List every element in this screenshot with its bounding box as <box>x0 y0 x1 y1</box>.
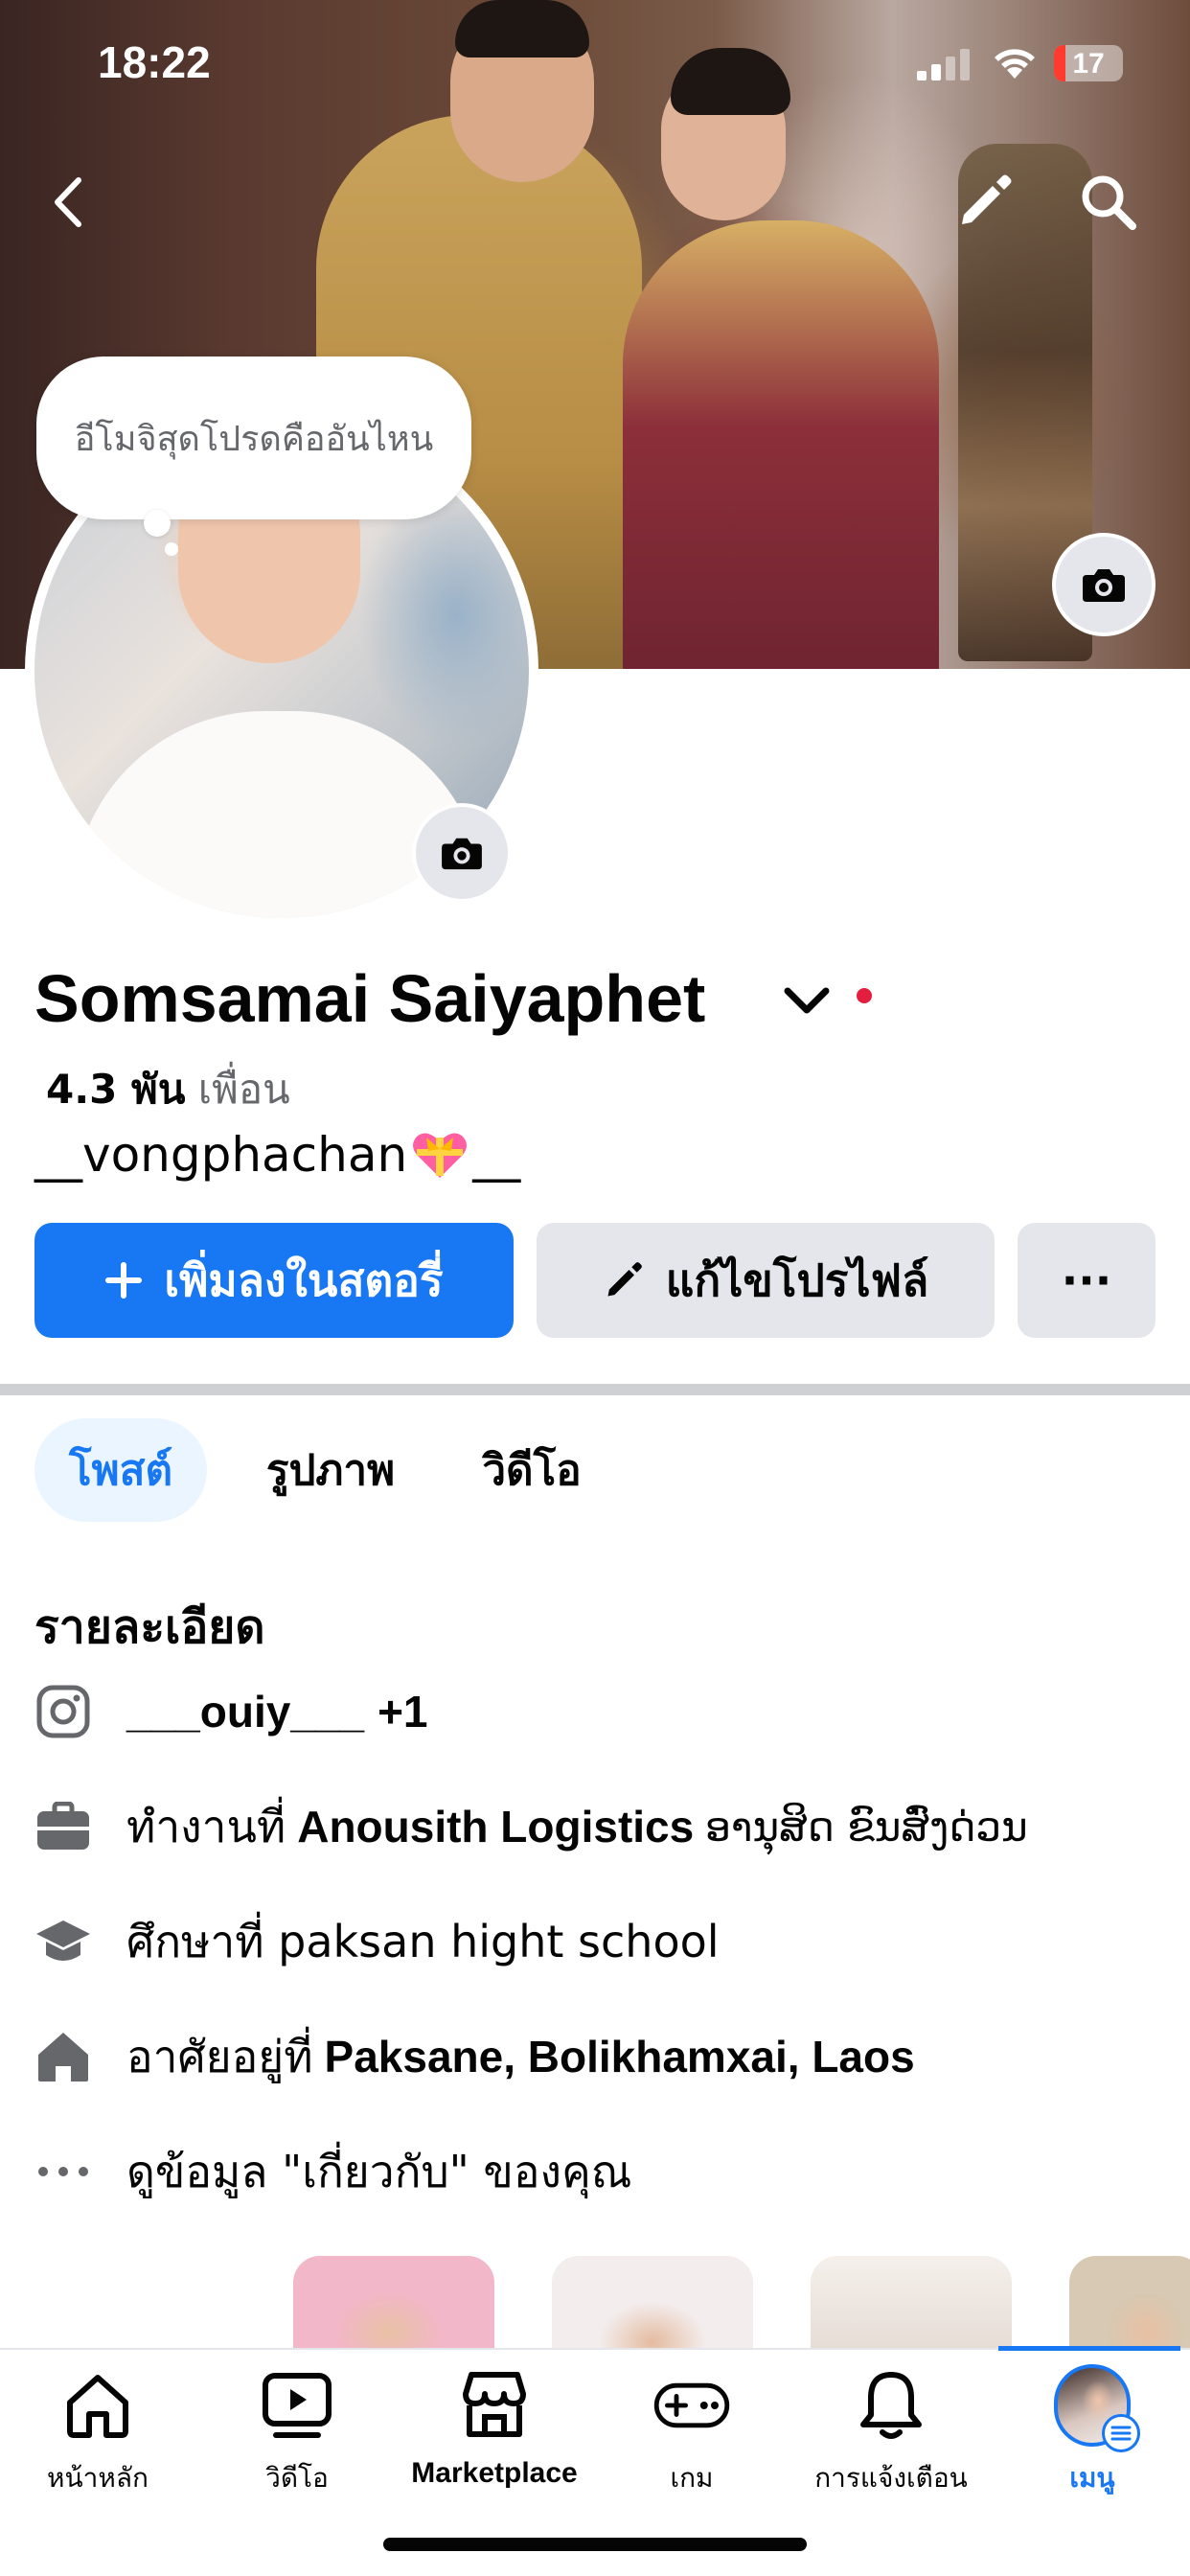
work-prefix: ทำงานที่ <box>126 1800 286 1852</box>
cover-hair-bride <box>671 48 790 115</box>
menu-avatar-icon <box>1054 2364 1140 2452</box>
camera-icon <box>442 838 482 870</box>
detail-instagram[interactable]: ___ouiy___ +1 <box>34 1673 428 1750</box>
instagram-icon <box>34 1683 92 1740</box>
nav-games-label: เกม <box>670 2462 714 2494</box>
detail-current-city: อาศัยอยู่ที่ Paksane, Bolikhamxai, Laos <box>34 2018 915 2095</box>
pencil-icon <box>603 1259 645 1301</box>
nav-home-label: หน้าหลัก <box>47 2462 149 2494</box>
detail-education: ศึกษาที่ paksan hight school <box>34 1903 720 1980</box>
nav-video[interactable]: วิดีโอ <box>201 2367 393 2499</box>
nav-menu-label: เมนู <box>1069 2462 1115 2494</box>
profile-note-bubble[interactable]: อีโมจิสุดโปรดคืออันไหน <box>36 356 471 519</box>
battery-percent: 17 <box>1072 48 1105 80</box>
gamepad-icon <box>653 2367 730 2444</box>
plus-icon <box>104 1261 143 1300</box>
work-company: Anousith Logistics <box>297 1802 695 1852</box>
marketplace-icon <box>456 2367 533 2444</box>
section-divider <box>0 1384 1190 1395</box>
chevron-down-icon[interactable] <box>780 981 834 1020</box>
profile-note-text: อีโมจิสุดโปรดคืออันไหน <box>74 419 434 459</box>
more-options-button[interactable]: ··· <box>1018 1223 1156 1338</box>
detail-work: ทำงานที่ Anousith Logistics ອານຸສິດ ຂົນສ… <box>34 1788 1028 1865</box>
cellular-signal-icon <box>917 49 970 80</box>
profile-bio: __vongphachan __ <box>34 1127 520 1183</box>
nav-marketplace[interactable]: Marketplace <box>399 2367 590 2490</box>
home-indicator[interactable] <box>383 2538 807 2551</box>
education-text: ศึกษาที่ paksan hight school <box>126 1915 720 1967</box>
battery-indicator: 17 <box>1054 45 1123 81</box>
featured-thumbnail[interactable] <box>811 2256 1012 2361</box>
city-name: Paksane, Bolikhamxai, Laos <box>324 2032 915 2082</box>
city-prefix: อาศัยอยู่ที่ <box>126 2030 313 2082</box>
back-chevron-icon[interactable] <box>40 169 98 236</box>
nav-games[interactable]: เกม <box>596 2367 788 2499</box>
add-to-story-label: เพิ่มลงในสตอรี่ <box>164 1254 444 1306</box>
tab-videos[interactable]: วิดีโอ <box>450 1418 613 1522</box>
active-tab-indicator <box>998 2346 1180 2351</box>
friends-label: เพื่อน <box>197 1066 290 1113</box>
cover-hair-groom <box>455 0 589 58</box>
pencil-icon[interactable] <box>954 171 1016 232</box>
tab-photos[interactable]: รูปภาพ <box>240 1418 422 1522</box>
detail-see-about[interactable]: ดูข้อมูล "เกี่ยวกับ" ของคุณ <box>34 2133 631 2210</box>
cover-figure-bride <box>623 220 939 669</box>
home-icon <box>59 2367 136 2444</box>
profile-name: Somsamai Saiyaphet <box>34 961 706 1036</box>
note-bubble-tail <box>144 510 171 537</box>
details-heading: รายละเอียด <box>34 1600 265 1654</box>
nav-notifications-label: การแจ้งเตือน <box>814 2462 968 2494</box>
menu-hamburger-badge-icon <box>1102 2414 1140 2452</box>
notification-dot <box>857 988 872 1003</box>
bell-icon <box>853 2367 929 2444</box>
wifi-icon <box>995 49 1035 79</box>
status-time: 18:22 <box>98 37 211 87</box>
bio-text-suffix: __ <box>472 1127 521 1183</box>
note-bubble-tail-small <box>165 542 178 556</box>
work-company-lao: ອານຸສິດ ຂົນສົ່ງດ່ວນ <box>705 1803 1028 1851</box>
tab-posts[interactable]: โพสต์ <box>34 1418 207 1522</box>
menu-avatar <box>1054 2364 1140 2452</box>
search-icon[interactable] <box>1077 171 1140 234</box>
nav-marketplace-label: Marketplace <box>411 2457 578 2489</box>
add-to-story-button[interactable]: เพิ่มลงในสตอรี่ <box>34 1223 514 1338</box>
briefcase-icon <box>34 1798 92 1855</box>
friends-count: 4.3 พัน <box>46 1066 186 1113</box>
ellipsis-icon <box>34 2143 92 2200</box>
profile-picture-camera-button[interactable] <box>412 803 512 903</box>
video-icon <box>259 2367 335 2444</box>
bio-text-prefix: __vongphachan <box>34 1127 408 1183</box>
featured-thumbnail[interactable] <box>552 2256 753 2361</box>
nav-menu[interactable]: เมนู <box>996 2364 1188 2499</box>
cover-camera-button[interactable] <box>1052 533 1156 636</box>
edit-profile-label: แก้ไขโปรไฟล์ <box>665 1254 929 1306</box>
camera-icon <box>1083 569 1125 602</box>
instagram-extra-count: +1 <box>378 1687 428 1736</box>
nav-video-label: วิดีโอ <box>265 2462 329 2494</box>
edit-profile-button[interactable]: แก้ไขโปรไฟล์ <box>537 1223 995 1338</box>
more-options-label: ··· <box>1061 1254 1112 1306</box>
featured-thumbnail[interactable] <box>293 2256 494 2361</box>
instagram-handle: ___ouiy___ <box>126 1687 365 1736</box>
avatar-dress <box>73 711 485 918</box>
house-icon <box>34 2028 92 2085</box>
nav-home[interactable]: หน้าหลัก <box>2 2367 194 2499</box>
nav-notifications[interactable]: การแจ้งเตือน <box>795 2367 987 2499</box>
friends-count-line[interactable]: 4.3 พัน เพื่อน <box>46 1058 290 1121</box>
heart-with-ribbon-icon <box>413 1133 468 1178</box>
graduation-cap-icon <box>34 1913 92 1970</box>
see-about-text: ดูข้อมูล "เกี่ยวกับ" ของคุณ <box>126 2145 632 2197</box>
